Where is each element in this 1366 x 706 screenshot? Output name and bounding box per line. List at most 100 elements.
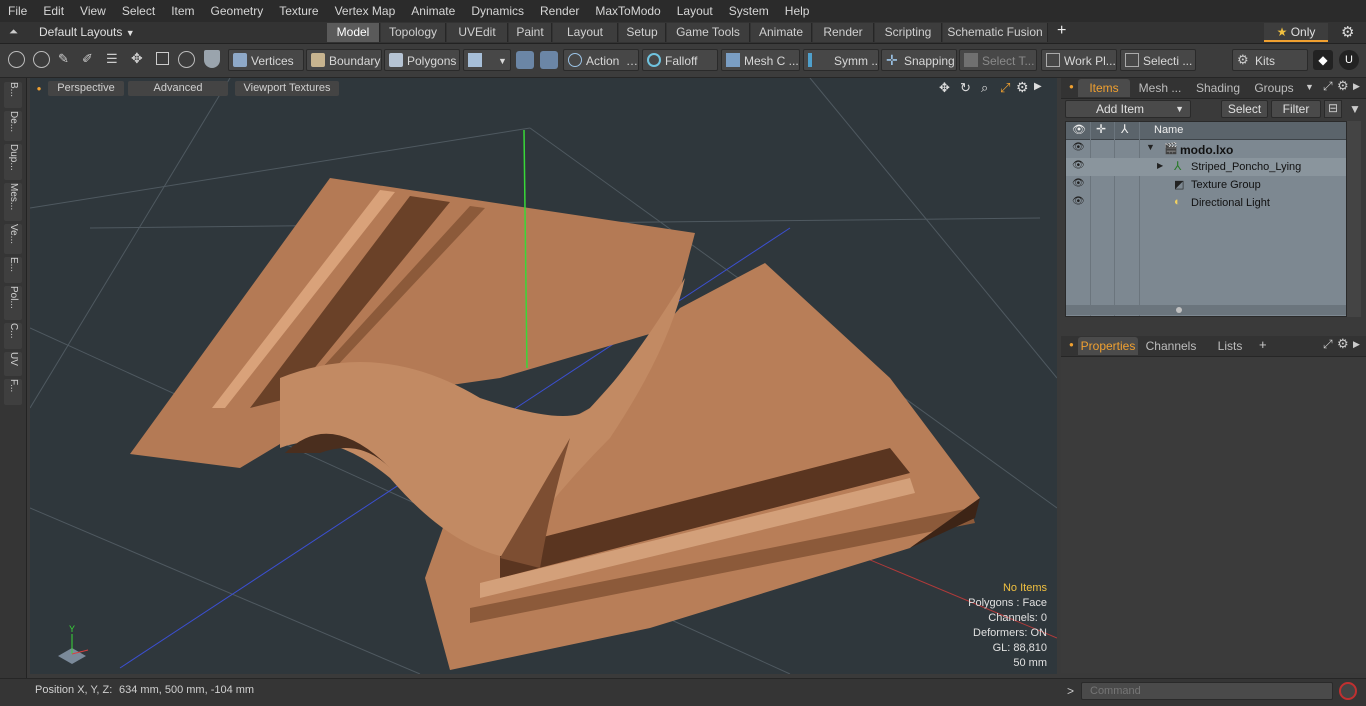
table-row[interactable]: 👁 ▶ ⅄ Striped_Poncho_Lying (1066, 158, 1346, 176)
only-toggle[interactable]: ★ Only (1264, 23, 1328, 42)
selection-sets-button[interactable]: Selecti ... (1120, 49, 1196, 71)
eye-icon[interactable]: 👁 (1072, 196, 1085, 207)
menu-layout[interactable]: Layout (669, 0, 721, 22)
mesh-constraint-button[interactable]: Mesh C ... (721, 49, 800, 71)
panel-gear-icon[interactable]: ⚙ (1337, 78, 1349, 94)
menu-animate[interactable]: Animate (403, 0, 463, 22)
layout-arrow-icon[interactable]: ⏶ (9, 26, 18, 39)
menu-texture[interactable]: Texture (271, 0, 326, 22)
kits-button[interactable]: ⚙ Kits (1232, 49, 1308, 71)
gear-icon[interactable]: ⚙ (1341, 23, 1354, 41)
tab-uvedit[interactable]: UVEdit (447, 23, 508, 42)
filter-button[interactable]: Filter (1271, 100, 1321, 118)
menu-render[interactable]: Render (532, 0, 587, 22)
table-row[interactable]: 👁 ◩ Texture Group (1066, 176, 1346, 194)
menu-system[interactable]: System (721, 0, 777, 22)
item-mode-button[interactable]: ▼ (463, 49, 511, 71)
command-input[interactable] (1081, 682, 1333, 700)
tab-render[interactable]: Render (813, 23, 874, 42)
vertical-scrollbar[interactable] (1347, 121, 1361, 317)
scroll-thumb[interactable] (1176, 307, 1182, 313)
zoom-icon[interactable]: ⌕ (981, 80, 988, 96)
left-tab-duplicate[interactable]: Dup... (4, 144, 22, 180)
pan-icon[interactable]: ✥ (939, 80, 950, 96)
eye-icon[interactable]: 👁 (1072, 178, 1085, 189)
eye-icon[interactable]: 👁 (1072, 142, 1085, 153)
globe-icon[interactable] (33, 51, 50, 68)
left-tab-fusion[interactable]: F... (4, 379, 22, 405)
table-row[interactable]: 👁 ◐ Directional Light (1066, 194, 1346, 212)
viewport-scene[interactable] (30, 78, 1057, 674)
menu-geometry[interactable]: Geometry (203, 0, 272, 22)
tab-mesh[interactable]: Mesh ... (1133, 79, 1187, 97)
viewport-tab-perspective[interactable]: Perspective (48, 81, 124, 96)
menu-view[interactable]: View (72, 0, 114, 22)
tab-lists[interactable]: Lists (1207, 337, 1253, 355)
panel-play-icon[interactable]: ▶ (1353, 81, 1360, 92)
3d-viewport[interactable]: ● Perspective Advanced Viewport Textures… (30, 78, 1057, 674)
select-button[interactable]: Select (1221, 100, 1268, 118)
menu-vertex-map[interactable]: Vertex Map (327, 0, 404, 22)
tab-shading[interactable]: Shading (1190, 79, 1246, 97)
type-column-icon[interactable]: ⅄ (1121, 122, 1128, 136)
table-row[interactable]: 👁 ▼ 🎬 modo.lxo (1066, 140, 1346, 158)
viewport-options-dot[interactable]: ● (35, 81, 43, 96)
menu-select[interactable]: Select (114, 0, 163, 22)
align-icon[interactable]: ☰ (106, 51, 118, 67)
panel-dot[interactable]: ● (1069, 82, 1074, 91)
tab-paint[interactable]: Paint (509, 23, 552, 42)
symmetry-button[interactable]: Symm ... (803, 49, 879, 71)
menu-edit[interactable]: Edit (35, 0, 72, 22)
tab-items[interactable]: Items (1078, 79, 1130, 97)
expand-arrow-icon[interactable]: ▼ (1146, 142, 1155, 152)
left-tab-polygon[interactable]: Pol... (4, 286, 22, 320)
sculpt-icon[interactable] (540, 51, 558, 69)
boundary-button[interactable]: Boundary (306, 49, 382, 71)
pen-icon[interactable]: ✎ (58, 51, 69, 67)
unity-icon[interactable]: ◆ (1313, 50, 1333, 70)
chevron-down-icon[interactable]: ▼ (1305, 82, 1314, 92)
work-plane-button[interactable]: Work Pl... (1041, 49, 1117, 71)
orbit-icon[interactable]: ↻ (960, 80, 971, 96)
polygons-button[interactable]: Polygons (384, 49, 460, 71)
record-icon[interactable] (1339, 682, 1357, 700)
visibility-column-eye-icon[interactable]: 👁 (1072, 123, 1086, 136)
snapping-button[interactable]: ✛ Snapping (881, 49, 957, 71)
add-tab-button[interactable]: + (1259, 337, 1267, 352)
viewport-tab-advanced[interactable]: Advanced (128, 81, 228, 96)
horizontal-scrollbar[interactable] (1066, 305, 1346, 315)
left-tab-mesh[interactable]: Mes... (4, 183, 22, 221)
eye-icon[interactable]: 👁 (1072, 160, 1085, 171)
select-through-button[interactable]: Select T... (959, 49, 1037, 71)
vertices-button[interactable]: Vertices (228, 49, 304, 71)
funnel-icon[interactable]: ▼ (1346, 100, 1364, 118)
left-tab-curve[interactable]: C... (4, 323, 22, 349)
square-icon[interactable] (156, 52, 169, 65)
tab-groups[interactable]: Groups (1249, 79, 1299, 97)
lock-column-icon[interactable]: ✛ (1096, 122, 1106, 136)
collapse-icon[interactable]: ⊟ (1324, 100, 1342, 118)
tab-schematic-fusion[interactable]: Schematic Fusion (943, 23, 1048, 42)
left-tab-edge[interactable]: E... (4, 257, 22, 283)
tab-channels[interactable]: Channels (1143, 337, 1199, 355)
left-tab-vertex[interactable]: Ve... (4, 224, 22, 254)
falloff-button[interactable]: Falloff (642, 49, 718, 71)
menu-item[interactable]: Item (163, 0, 202, 22)
add-tab-button[interactable]: + (1057, 22, 1066, 40)
panel-gear-icon[interactable]: ⚙ (1337, 336, 1349, 352)
viewport-gear-icon[interactable]: ⚙ (1016, 79, 1029, 96)
tab-setup[interactable]: Setup (619, 23, 666, 42)
tab-scripting[interactable]: Scripting (875, 23, 942, 42)
menu-file[interactable]: File (0, 0, 35, 22)
brush-icon[interactable]: ✐ (82, 51, 93, 67)
unreal-icon[interactable]: U (1339, 50, 1359, 70)
tab-game-tools[interactable]: Game Tools (667, 23, 750, 42)
expand-icon[interactable]: ⤢ (1323, 337, 1333, 352)
action-button[interactable]: Action… (563, 49, 639, 71)
rotate-icon[interactable] (178, 51, 195, 68)
tab-properties[interactable]: Properties (1078, 337, 1138, 355)
layout-selector[interactable]: Default Layouts ▼ (39, 25, 135, 39)
left-tab-uv[interactable]: UV (4, 352, 22, 376)
tab-topology[interactable]: Topology (381, 23, 446, 42)
circle-select-icon[interactable] (8, 51, 25, 68)
